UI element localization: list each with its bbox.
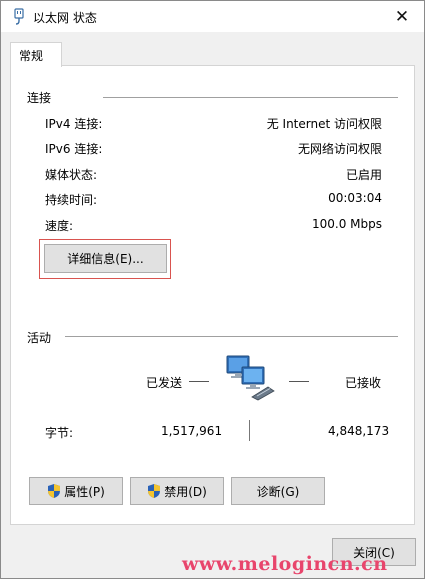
diagnose-button-label: 诊断(G) (256, 484, 300, 499)
window-title: 以太网 状态 (33, 11, 97, 25)
tab-general[interactable]: 常规 (10, 42, 62, 67)
network-computers-icon (226, 355, 275, 401)
bytes-separator (249, 420, 250, 441)
activity-group-label: 活动 (27, 331, 52, 345)
details-button[interactable]: 详细信息(E)... (44, 244, 167, 273)
media-state-label: 媒体状态: (45, 168, 98, 182)
ipv6-label: IPv6 连接: (45, 142, 103, 156)
bytes-label: 字节: (45, 426, 74, 440)
ipv4-label: IPv4 连接: (45, 117, 103, 131)
duration-value: 00:03:04 (328, 191, 382, 205)
disable-button[interactable]: 禁用(D) (130, 477, 224, 505)
ipv4-value: 无 Internet 访问权限 (266, 117, 382, 131)
connection-group-divider (103, 97, 398, 98)
bytes-sent-value: 1,517,961 (161, 424, 223, 438)
watermark-text: www.melogincn.cn (182, 553, 388, 575)
properties-button-label: 属性(P) (64, 484, 105, 499)
sent-dash (189, 381, 209, 382)
properties-button[interactable]: 属性(P) (29, 477, 123, 505)
ethernet-status-window: 以太网 状态 ✕ 常规 连接 IPv4 连接: 无 Internet 访问权限 … (0, 0, 425, 579)
received-dash (289, 381, 309, 382)
received-label: 已接收 (345, 376, 382, 390)
close-icon[interactable]: ✕ (380, 1, 424, 32)
general-panel (10, 65, 415, 525)
ipv6-value: 无网络访问权限 (297, 142, 382, 156)
speed-value: 100.0 Mbps (311, 217, 382, 231)
sent-label: 已发送 (146, 376, 183, 390)
tab-general-label: 常规 (19, 49, 44, 63)
title-bar: 以太网 状态 ✕ (1, 1, 424, 32)
uac-shield-icon (148, 484, 161, 498)
details-button-label: 详细信息(E)... (67, 252, 144, 266)
bytes-received-value: 4,848,173 (328, 424, 390, 438)
disable-button-label: 禁用(D) (164, 484, 207, 499)
duration-label: 持续时间: (45, 193, 98, 207)
connection-group-label: 连接 (27, 91, 52, 105)
diagnose-button[interactable]: 诊断(G) (231, 477, 325, 505)
activity-group-divider (65, 336, 398, 337)
media-state-value: 已启用 (345, 168, 382, 182)
ethernet-plug-icon (14, 8, 24, 25)
speed-label: 速度: (45, 219, 74, 233)
uac-shield-icon (48, 484, 61, 498)
